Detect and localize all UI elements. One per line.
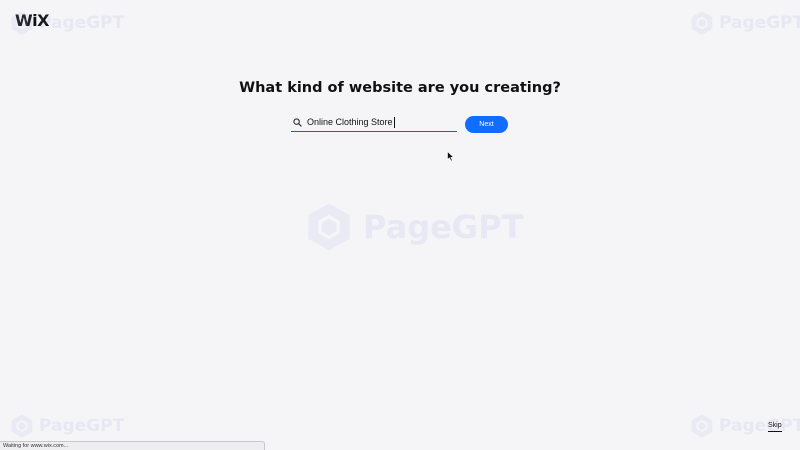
browser-status-bar: Waiting for www.wix.com...	[0, 441, 265, 450]
site-type-search-input[interactable]: Online Clothing Store	[307, 116, 395, 128]
page-title: What kind of website are you creating?	[239, 80, 561, 96]
watermark-bottom-right: PageGPT	[689, 413, 800, 439]
watermark-top-right: PageGPT	[689, 10, 800, 36]
watermark-text: PageGPT	[39, 416, 125, 436]
skip-link[interactable]: Skip	[768, 422, 782, 432]
mouse-pointer-icon	[447, 151, 455, 162]
hexagon-logo-icon	[308, 203, 350, 251]
hexagon-logo-icon	[691, 11, 713, 35]
watermark-text: PageGPT	[363, 208, 524, 246]
hexagon-logo-icon	[11, 414, 33, 438]
site-type-search-field[interactable]: Online Clothing Store	[291, 113, 457, 132]
watermark-text: PageGPT	[719, 416, 800, 436]
next-button[interactable]: Next	[465, 116, 508, 133]
watermark-text: PageGPT	[719, 13, 800, 33]
hexagon-logo-icon	[691, 414, 713, 438]
watermark-text: PageGPT	[39, 13, 125, 33]
search-icon	[292, 117, 302, 127]
wix-logo[interactable]: WiX	[15, 11, 49, 30]
watermark-center: PageGPT	[303, 200, 523, 254]
watermark-bottom-left: PageGPT	[9, 413, 124, 439]
